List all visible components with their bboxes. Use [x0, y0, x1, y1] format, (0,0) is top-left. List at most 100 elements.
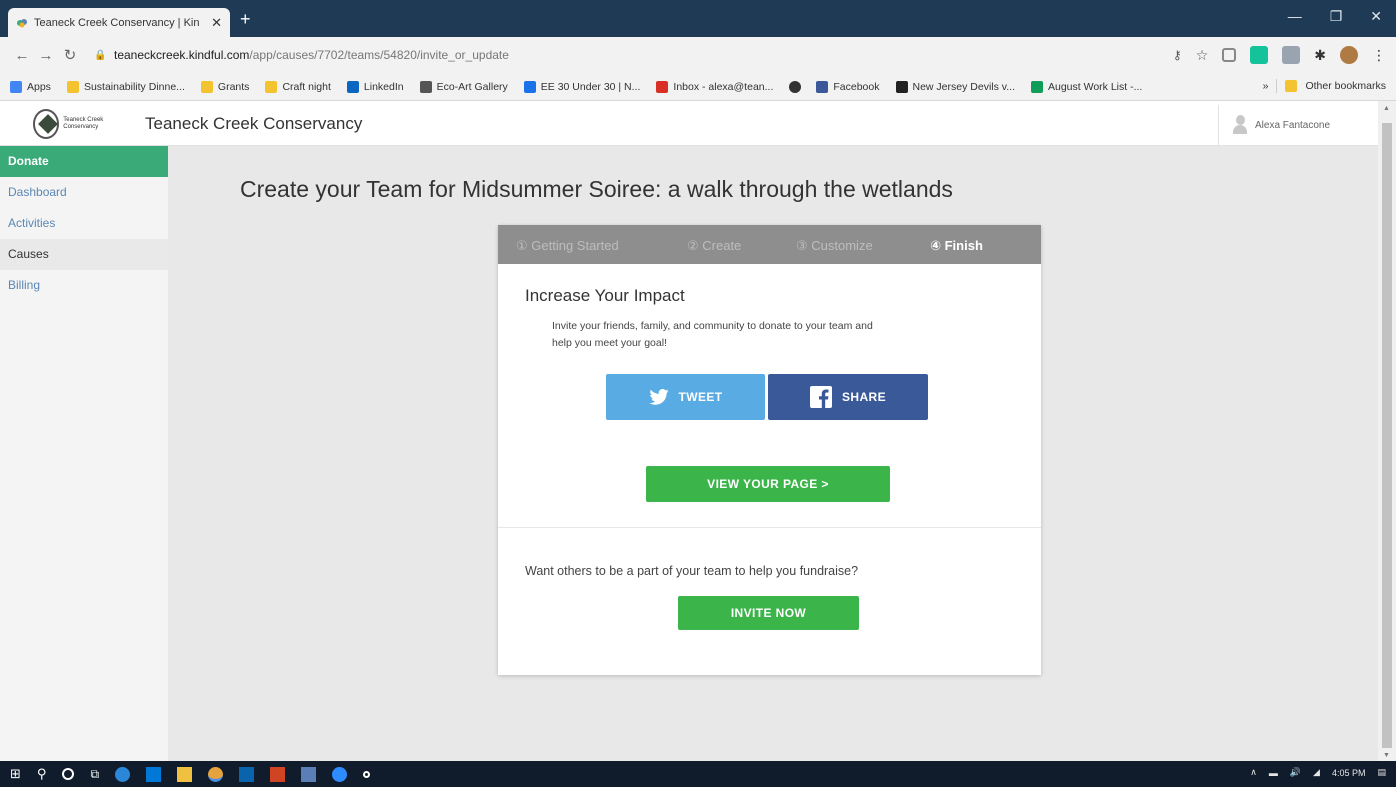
tab-close-icon[interactable]: ✕	[211, 15, 222, 31]
minimize-icon[interactable]: —	[1288, 8, 1302, 25]
facebook-bookmark-icon	[816, 80, 829, 93]
sidebar-item-causes[interactable]: Causes	[0, 239, 168, 270]
bookmark-item[interactable]: Facebook	[816, 80, 880, 93]
devils-icon	[895, 80, 908, 93]
sidebar-item-billing[interactable]: Billing	[0, 270, 168, 301]
gallery-icon	[419, 80, 432, 93]
chrome-icon[interactable]	[208, 766, 224, 782]
browser-tab[interactable]: Teaneck Creek Conservancy | Kin ✕	[8, 8, 230, 37]
kindful-favicon-icon	[16, 17, 28, 29]
file-explorer-icon[interactable]	[177, 766, 193, 782]
bookmark-icon	[10, 80, 22, 93]
battery-icon[interactable]: ▬	[1269, 768, 1278, 778]
screen-extension-icon[interactable]	[1282, 46, 1301, 64]
bookmark-item[interactable]: New Jersey Devils v...	[895, 80, 1015, 93]
bookmarks-bar: Apps Sustainability Dinne... Grants Craf…	[0, 73, 1396, 101]
outlook-icon[interactable]	[239, 766, 255, 782]
bookmark-item[interactable]: Inbox - alexa@tean...	[656, 80, 773, 93]
step-create: ② Create	[687, 238, 742, 253]
grammarly-extension-icon[interactable]	[1250, 46, 1269, 64]
bookmark-divider	[1276, 79, 1278, 93]
key-icon[interactable]: ⚷	[1173, 48, 1182, 62]
url-path: /app/causes/7702/teams/54820/invite_or_u…	[249, 48, 509, 62]
view-page-button[interactable]: VIEW YOUR PAGE >	[646, 466, 890, 502]
org-logo[interactable]: Teaneck Creek Conservancy	[33, 106, 129, 142]
cortana-icon[interactable]	[62, 768, 75, 780]
sidebar-item-activities[interactable]: Activities	[0, 208, 168, 239]
browser-titlebar: Teaneck Creek Conservancy | Kin ✕ + — ❐ …	[0, 0, 1396, 37]
tray-chevron-icon[interactable]: ∧	[1250, 767, 1257, 778]
bookmarks-right: » Other bookmarks	[1263, 79, 1386, 93]
reload-icon[interactable]: ↻	[58, 46, 82, 64]
task-view-icon[interactable]: ⧉	[90, 767, 99, 782]
bookmark-item[interactable]: LinkedIn	[346, 80, 404, 93]
ee-icon	[523, 80, 536, 93]
close-window-icon[interactable]: ✕	[1370, 8, 1382, 25]
clock[interactable]: 4:05 PM	[1332, 768, 1366, 778]
url-field[interactable]: 🔒 teaneckcreek.kindful.com /app/causes/7…	[94, 41, 1144, 69]
folder-icon	[200, 80, 213, 93]
fundraise-prompt: Want others to be a part of your team to…	[525, 564, 859, 578]
page-scrollbar[interactable]: ▲ ▼	[1378, 101, 1396, 761]
app-icon[interactable]	[363, 770, 371, 778]
restore-icon[interactable]: ❐	[1330, 8, 1343, 25]
back-icon[interactable]: ←	[10, 47, 34, 64]
edge-icon[interactable]	[115, 766, 131, 782]
scrollbar-thumb[interactable]	[1382, 123, 1392, 748]
network-icon[interactable]: ◢	[1313, 767, 1320, 778]
globe-icon	[789, 80, 802, 93]
new-tab-button[interactable]: +	[240, 9, 251, 30]
scroll-down-icon[interactable]: ▼	[1383, 752, 1390, 759]
scroll-up-icon[interactable]: ▲	[1383, 105, 1390, 112]
extension-icons: ⚷ ☆ ✱ ⋮	[1173, 46, 1386, 64]
window-controls: — ❐ ✕	[1288, 8, 1382, 25]
bookmark-item[interactable]	[789, 80, 806, 93]
sidebar-item-dashboard[interactable]: Dashboard	[0, 177, 168, 208]
invite-now-button[interactable]: INVITE NOW	[678, 596, 859, 630]
wizard-steps: ① Getting Started ② Create ③ Customize ④…	[498, 225, 1041, 264]
powerpoint-icon[interactable]	[270, 766, 286, 782]
twitter-icon	[648, 389, 669, 405]
windows-start-icon[interactable]: ⊞	[10, 766, 21, 782]
bookmark-item[interactable]: August Work List -...	[1031, 80, 1142, 93]
step-getting-started: ① Getting Started	[516, 238, 619, 253]
gmail-icon	[656, 80, 669, 93]
step-customize: ③ Customize	[796, 238, 873, 253]
store-icon[interactable]	[146, 766, 162, 782]
bookmark-item[interactable]: EE 30 Under 30 | N...	[523, 80, 640, 93]
search-icon[interactable]: ⚲	[37, 766, 47, 782]
logo-mark-icon	[33, 109, 60, 139]
share-label: SHARE	[841, 390, 886, 404]
bookmark-item[interactable]: Craft night	[265, 80, 331, 93]
facebook-icon	[809, 386, 832, 408]
user-name: Alexa Fantacone	[1255, 119, 1331, 131]
extension-icon[interactable]	[1222, 48, 1237, 62]
menu-icon[interactable]: ⋮	[1372, 47, 1386, 64]
bookmark-item[interactable]: Sustainability Dinne...	[66, 80, 185, 93]
other-bookmarks[interactable]: Other bookmarks	[1305, 80, 1386, 92]
bookmark-item[interactable]: Apps	[10, 80, 51, 93]
lock-icon: 🔒	[94, 49, 107, 61]
notifications-icon[interactable]: ▤	[1377, 767, 1386, 778]
windows-taskbar: ⊞ ⚲ ⧉ ∧ ▬ 🔊 ◢ 4:05 PM ▤	[0, 761, 1396, 787]
logo-text: Teaneck Creek Conservancy	[63, 117, 104, 130]
bookmark-item[interactable]: Grants	[200, 80, 249, 93]
impact-title: Increase Your Impact	[525, 286, 685, 305]
org-name: Teaneck Creek Conservancy	[145, 114, 363, 133]
bookmark-item[interactable]: Eco-Art Gallery	[419, 80, 508, 93]
forward-icon[interactable]: →	[34, 47, 58, 64]
star-icon[interactable]: ☆	[1196, 47, 1209, 64]
profile-avatar[interactable]	[1340, 46, 1358, 64]
photos-icon[interactable]	[301, 766, 317, 782]
puzzle-icon[interactable]: ✱	[1314, 47, 1326, 64]
linkedin-icon	[346, 80, 359, 93]
share-button[interactable]: SHARE	[768, 374, 928, 420]
tweet-button[interactable]: TWEET	[606, 374, 765, 420]
page-title: Create your Team for Midsummer Soiree: a…	[240, 176, 953, 202]
volume-icon[interactable]: 🔊	[1290, 767, 1301, 778]
zoom-icon[interactable]	[332, 766, 348, 782]
tweet-label: TWEET	[678, 390, 723, 404]
sidebar-item-donate[interactable]: Donate	[0, 146, 168, 177]
more-bookmarks-button[interactable]: »	[1263, 80, 1269, 92]
user-menu[interactable]: Alexa Fantacone	[1218, 105, 1358, 145]
